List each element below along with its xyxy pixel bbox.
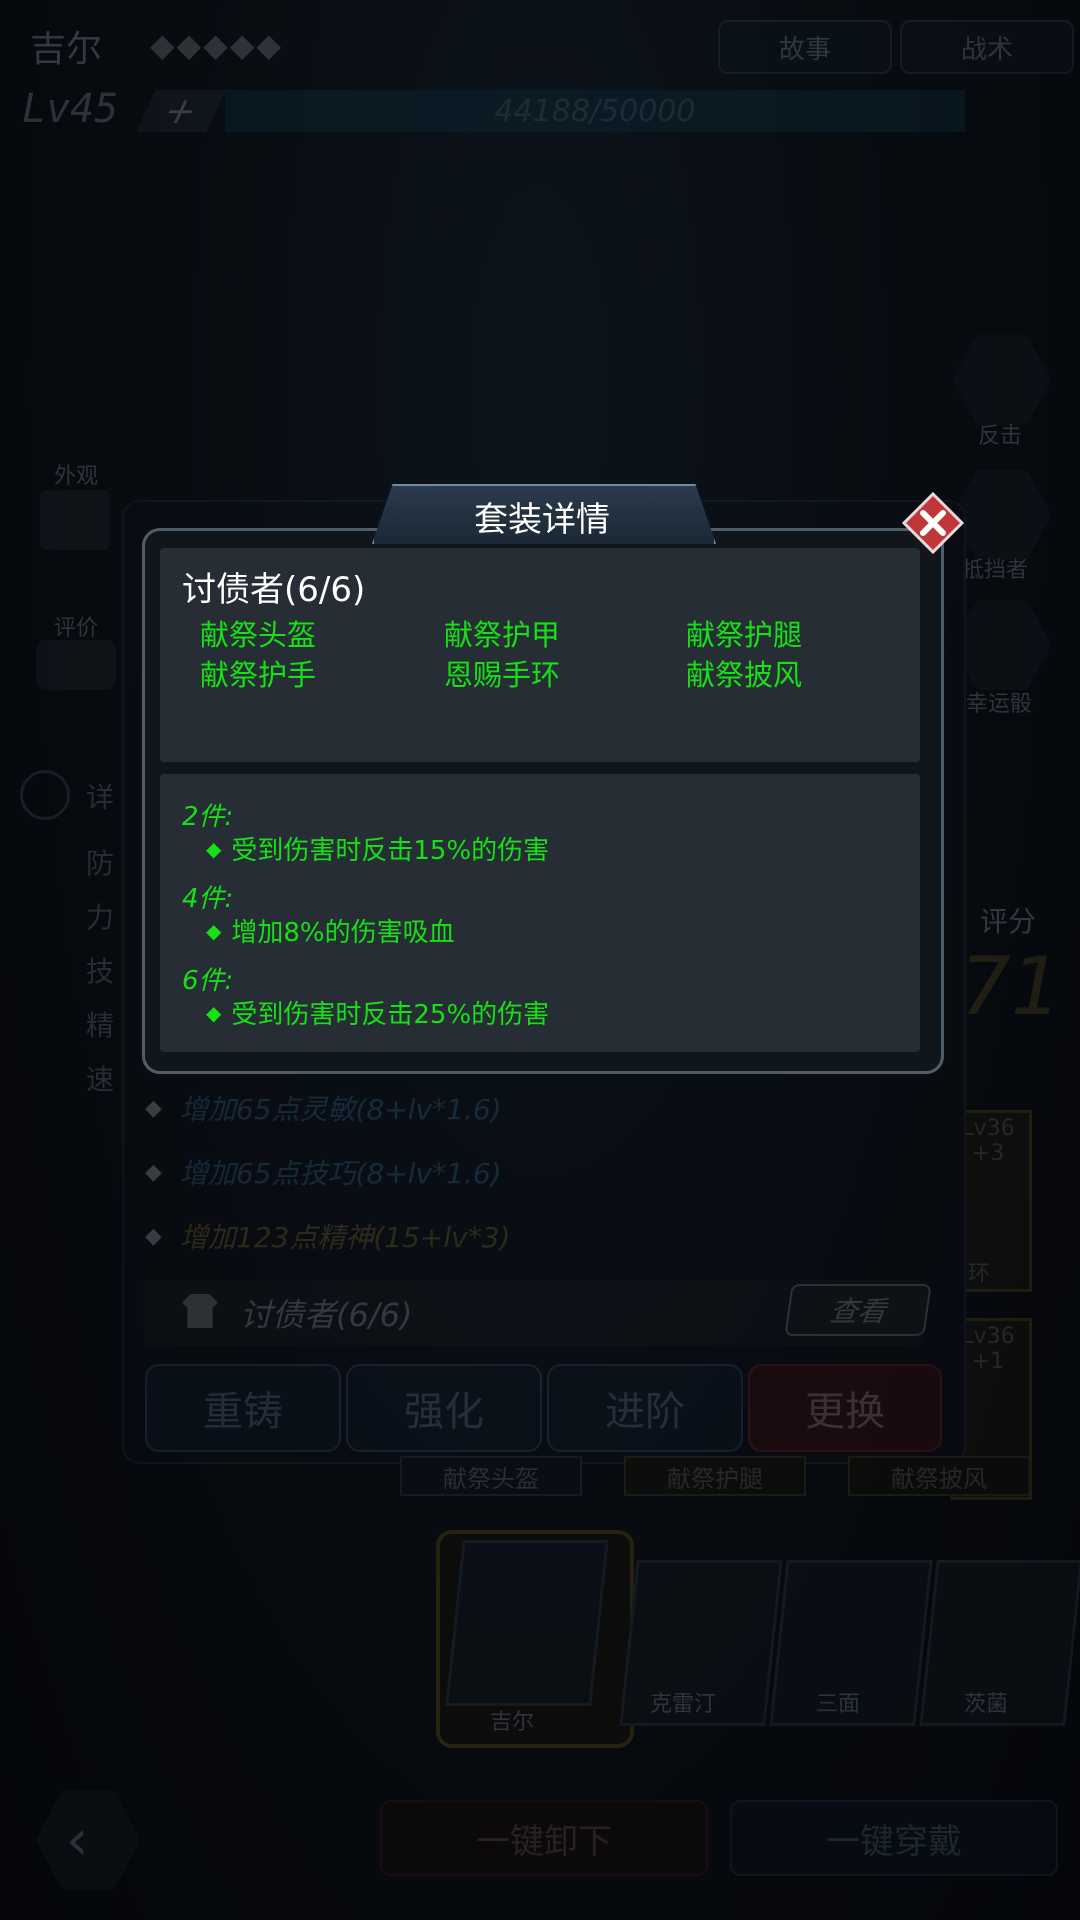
appearance-label: 外观 <box>54 464 99 489</box>
stat-skill: 技 <box>86 955 115 988</box>
story-button[interactable]: 故事 <box>718 20 892 74</box>
bonus-tier-label: 6件: <box>182 966 234 996</box>
bonus-effect-text: 增加8%的伤害吸血 <box>231 918 455 948</box>
exp-text: 44188/50000 <box>494 93 696 129</box>
slot-label: 献祭头盔 <box>400 1456 582 1496</box>
shirt-icon[interactable] <box>40 490 110 550</box>
score-value: 71 <box>960 940 1062 1033</box>
diamond-icon: ◆ <box>206 836 222 861</box>
diamond-icon: ◆ <box>206 1000 222 1025</box>
bonus-tier-label: 2件: <box>182 802 234 832</box>
skill-counter-label: 反击 <box>978 424 1023 449</box>
skill-block-label: 抵挡者 <box>962 558 1029 583</box>
modal-title: 套装详情 <box>474 499 610 540</box>
bonus-effect: ◆ 增加8%的伤害吸血 <box>206 912 455 949</box>
stat-power: 力 <box>86 901 115 934</box>
chat-icon[interactable] <box>36 640 116 690</box>
tactics-button[interactable]: 战术 <box>900 20 1074 74</box>
attribute-text: 增加65点灵敏(8+lv*1.6) <box>179 1093 502 1126</box>
set-piece: 献祭护甲 <box>444 618 561 652</box>
roster-name: 吉尔 <box>490 1710 535 1735</box>
set-piece: 献祭头盔 <box>200 618 317 652</box>
level-label: Lv45 <box>22 86 119 132</box>
unequip-all-button[interactable]: 一键卸下 <box>380 1800 708 1876</box>
roster-name: 克雷汀 <box>650 1692 717 1717</box>
set-row-label: 讨债者(6/6) <box>240 1296 413 1334</box>
set-piece: 恩赐手环 <box>444 658 561 692</box>
diamond-icon: ◆ <box>145 1223 162 1249</box>
attribute-row: ◆ 增加65点技巧(8+lv*1.6) <box>145 1152 502 1192</box>
equip-all-button[interactable]: 一键穿戴 <box>730 1800 1058 1876</box>
bonus-tier-label: 4件: <box>182 884 234 914</box>
chevron-left-icon: ‹ <box>66 1808 89 1873</box>
set-piece: 献祭护手 <box>200 658 317 692</box>
review-label: 评价 <box>54 616 99 641</box>
advance-button[interactable]: 进阶 <box>547 1364 743 1452</box>
attribute-text: 增加123点精神(15+lv*3) <box>179 1221 511 1254</box>
card-1-name: 环 <box>968 1262 991 1287</box>
attribute-text: 增加65点技巧(8+lv*1.6) <box>179 1157 502 1190</box>
diamond-icon: ◆ <box>145 1159 162 1185</box>
enhance-button[interactable]: 强化 <box>346 1364 542 1452</box>
replace-button[interactable]: 更换 <box>748 1364 942 1452</box>
slot-label: 献祭披风 <box>848 1456 1030 1496</box>
view-set-button[interactable]: 查看 <box>784 1284 932 1336</box>
attribute-row: ◆ 增加65点灵敏(8+lv*1.6) <box>145 1088 502 1128</box>
bonus-effect: ◆ 受到伤害时反击25%的伤害 <box>206 994 549 1031</box>
diamond-icon: ◆ <box>145 1095 162 1121</box>
attribute-row: ◆ 增加123点精神(15+lv*3) <box>145 1216 510 1256</box>
set-name: 讨债者(6/6) <box>182 570 366 610</box>
set-piece: 献祭披风 <box>686 658 803 692</box>
roster-name: 茨菌 <box>964 1692 1009 1717</box>
diamond-icon: ◆ <box>206 918 222 943</box>
stat-defense: 防 <box>86 847 115 880</box>
reforge-button[interactable]: 重铸 <box>145 1364 341 1452</box>
bonus-effect-text: 受到伤害时反击15%的伤害 <box>231 836 550 866</box>
close-icon[interactable] <box>902 492 964 554</box>
stat-spirit: 精 <box>86 1009 115 1042</box>
set-piece: 献祭护腿 <box>686 618 803 652</box>
bonus-effect-text: 受到伤害时反击25%的伤害 <box>231 1000 550 1030</box>
score-label: 评分 <box>980 905 1037 938</box>
stat-speed: 速 <box>86 1063 115 1096</box>
hero-name: 吉尔 <box>30 29 103 70</box>
details-label: 详 <box>86 781 115 814</box>
search-icon[interactable] <box>20 770 70 820</box>
roster-name: 三面 <box>816 1692 861 1717</box>
slot-label: 献祭护腿 <box>624 1456 806 1496</box>
bonus-effect: ◆ 受到伤害时反击15%的伤害 <box>206 830 549 867</box>
star-rating: ◆◆◆◆◆ <box>150 26 284 64</box>
skill-dice-label: 幸运骰 <box>966 692 1033 717</box>
hero-portrait <box>445 1540 609 1706</box>
